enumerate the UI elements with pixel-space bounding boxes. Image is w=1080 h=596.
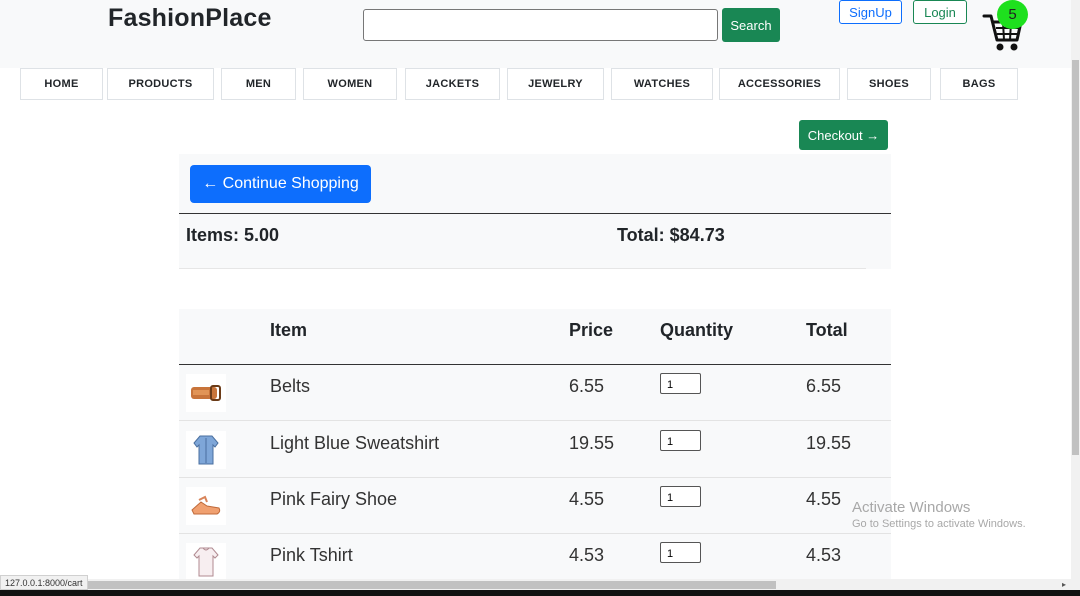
item-total: 4.53 [806, 545, 842, 565]
nav-item-jackets[interactable]: JACKETS [405, 68, 500, 100]
item-total: 4.55 [806, 489, 842, 509]
table-row: Pink Tshirt 4.53 4.53 [179, 534, 891, 579]
cart-total: Total: $84.73 [617, 225, 725, 245]
tshirt-icon[interactable] [186, 543, 226, 579]
column-header-price: Price [569, 320, 614, 340]
item-name[interactable]: Belts [270, 376, 310, 397]
search-button[interactable]: Search [722, 8, 780, 42]
item-total: 6.55 [806, 376, 842, 396]
checkout-button[interactable]: Checkout → [799, 120, 888, 150]
sweatshirt-icon[interactable] [186, 431, 226, 469]
column-header-item: Item [270, 320, 308, 340]
quantity-input[interactable] [660, 430, 701, 451]
item-price: 19.55 [569, 433, 615, 453]
horizontal-scrollbar[interactable] [0, 579, 1080, 590]
table-row: Belts 6.55 6.55 [179, 365, 891, 421]
column-header-total: Total [806, 320, 848, 340]
window-bottom-edge [0, 590, 1080, 596]
item-name[interactable]: Light Blue Sweatshirt [270, 433, 439, 454]
cart-count-badge: 5 [997, 0, 1028, 29]
column-header-quantity: Quantity [660, 320, 734, 340]
app-root: FashionPlace Search SignUp Login 5 HOME … [0, 0, 1080, 596]
item-price: 4.53 [569, 545, 605, 565]
vertical-scrollbar-thumb[interactable] [1072, 60, 1079, 455]
activation-watermark-title: Activate Windows [852, 499, 971, 516]
nav-item-home[interactable]: HOME [20, 68, 103, 100]
item-name[interactable]: Pink Tshirt [270, 545, 353, 566]
cart-table: Item Price Quantity Total Belts 6.55 6.5… [179, 309, 891, 579]
summary-divider [179, 213, 891, 214]
status-bar-url: 127.0.0.1:8000/cart [0, 575, 88, 590]
quantity-input[interactable] [660, 373, 701, 394]
belt-icon[interactable] [186, 374, 226, 412]
activation-watermark-subtitle: Go to Settings to activate Windows. [852, 518, 1026, 530]
nav-item-men[interactable]: MEN [221, 68, 296, 100]
signup-button[interactable]: SignUp [839, 0, 902, 24]
nav-item-jewelry[interactable]: JEWELRY [507, 68, 604, 100]
item-price: 6.55 [569, 376, 605, 396]
nav-item-shoes[interactable]: SHOES [847, 68, 931, 100]
items-count: Items: 5.00 [186, 225, 280, 245]
nav-item-accessories[interactable]: ACCESSORIES [719, 68, 840, 100]
horizontal-scrollbar-thumb[interactable] [84, 581, 776, 589]
item-total: 19.55 [806, 433, 852, 453]
item-price: 4.55 [569, 489, 605, 509]
brand-logo[interactable]: FashionPlace [108, 4, 272, 33]
cart-summary: ← Continue Shopping Items: 5.00 Total: $… [179, 154, 891, 269]
nav-item-products[interactable]: PRODUCTS [107, 68, 214, 100]
item-name[interactable]: Pink Fairy Shoe [270, 489, 397, 510]
quantity-input[interactable] [660, 542, 701, 563]
table-row: Pink Fairy Shoe 4.55 4.55 [179, 478, 891, 534]
nav-item-bags[interactable]: BAGS [940, 68, 1018, 100]
search-input[interactable] [363, 9, 718, 41]
nav-item-watches[interactable]: WATCHES [611, 68, 713, 100]
login-button[interactable]: Login [913, 0, 967, 24]
quantity-input[interactable] [660, 486, 701, 507]
summary-bottom-border [179, 268, 866, 269]
scroll-right-arrow-icon[interactable]: ▸ [1062, 580, 1066, 589]
shoe-icon[interactable] [186, 487, 226, 525]
header: FashionPlace Search SignUp Login 5 [0, 0, 1080, 68]
table-row: Light Blue Sweatshirt 19.55 19.55 [179, 422, 891, 478]
continue-shopping-button[interactable]: ← Continue Shopping [190, 165, 371, 203]
nav-item-women[interactable]: WOMEN [303, 68, 397, 100]
